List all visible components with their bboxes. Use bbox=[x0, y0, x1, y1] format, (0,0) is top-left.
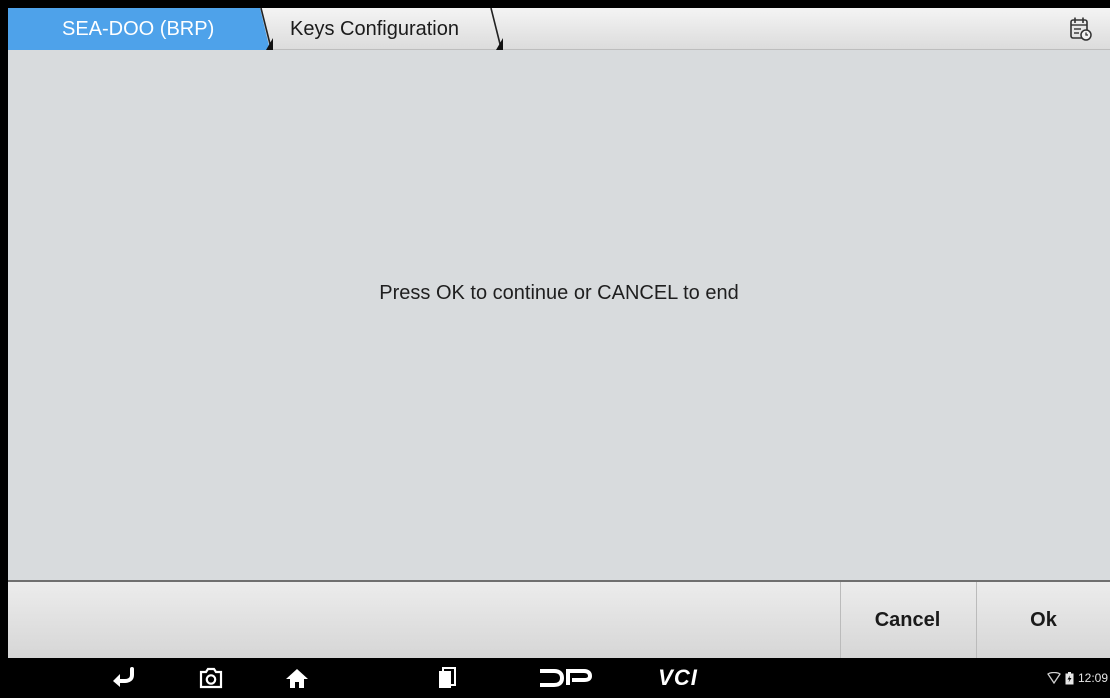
cancel-button[interactable]: Cancel bbox=[840, 582, 974, 658]
breadcrumb-item-label: Keys Configuration bbox=[290, 18, 459, 40]
breadcrumb-item-label: SEA-DOO (BRP) bbox=[62, 18, 215, 40]
breadcrumb: SEA-DOO (BRP) Keys Configuration bbox=[8, 8, 1110, 50]
status-time: 12:09 bbox=[1077, 671, 1108, 685]
breadcrumb-item-sea-doo[interactable]: SEA-DOO (BRP) bbox=[8, 8, 270, 50]
camera-icon[interactable] bbox=[186, 658, 236, 698]
action-bar: Cancel Ok bbox=[8, 582, 1110, 658]
home-icon[interactable] bbox=[272, 658, 322, 698]
main-content: Press OK to continue or CANCEL to end bbox=[8, 50, 1110, 581]
android-nav-bar: VCI 12:09 bbox=[8, 658, 1110, 698]
ok-button[interactable]: Ok bbox=[976, 582, 1110, 658]
battery-icon bbox=[1065, 671, 1074, 684]
vci-icon[interactable]: VCI bbox=[638, 658, 718, 698]
dp-logo-icon[interactable] bbox=[530, 658, 600, 698]
recent-apps-icon[interactable] bbox=[422, 658, 472, 698]
breadcrumb-separator-icon bbox=[490, 8, 503, 50]
status-bar: 12:09 bbox=[1047, 658, 1108, 698]
prompt-message: Press OK to continue or CANCEL to end bbox=[379, 282, 739, 304]
wifi-icon bbox=[1047, 672, 1061, 684]
back-icon[interactable] bbox=[98, 658, 148, 698]
calendar-clock-icon[interactable] bbox=[1066, 14, 1096, 44]
screen: SEA-DOO (BRP) Keys Configuration Press O… bbox=[0, 0, 1110, 698]
